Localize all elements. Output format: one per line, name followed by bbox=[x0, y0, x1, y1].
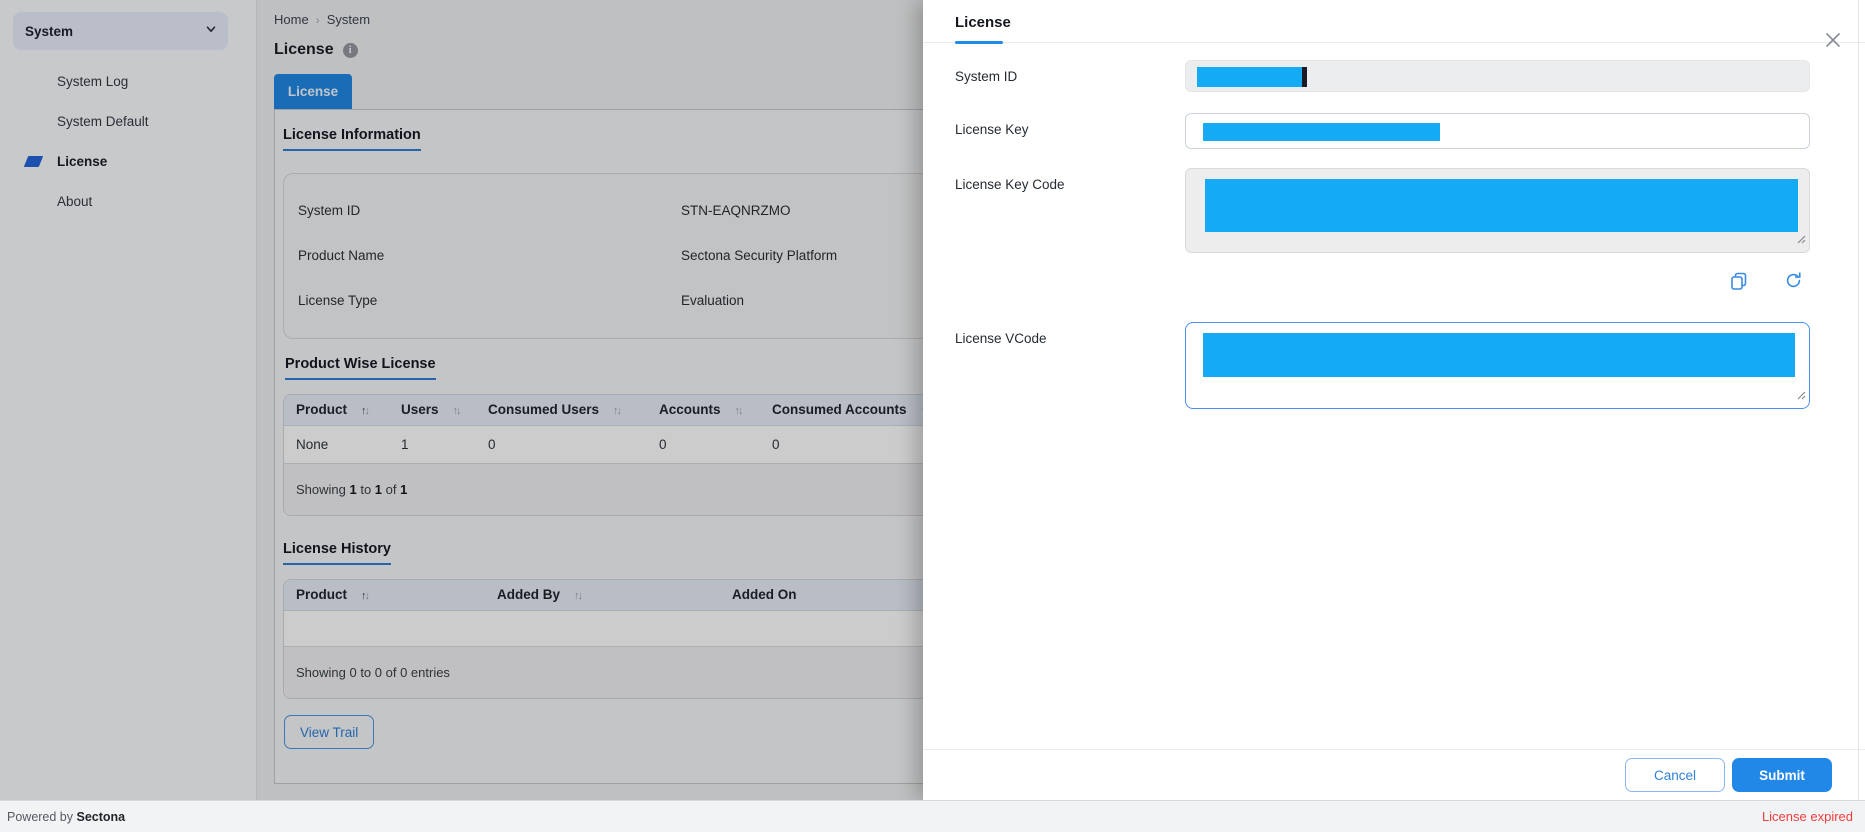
license-drawer: License System ID License Key License Key … bbox=[923, 0, 1865, 800]
field-row-license-key-code: License Key Code bbox=[955, 168, 1810, 253]
masked-value-bar bbox=[1205, 179, 1798, 232]
license-key-field bbox=[1185, 113, 1810, 149]
resize-handle-icon[interactable] bbox=[1796, 387, 1806, 405]
masked-value-bar bbox=[1203, 333, 1795, 377]
close-icon[interactable] bbox=[1821, 28, 1845, 52]
masked-value-bar bbox=[1197, 67, 1307, 87]
drawer-title: License bbox=[955, 14, 1865, 31]
copy-icon[interactable] bbox=[1729, 271, 1749, 291]
license-key-code-field bbox=[1185, 168, 1810, 253]
refresh-icon[interactable] bbox=[1784, 271, 1804, 291]
license-vcode-field bbox=[1185, 322, 1810, 409]
modal-backdrop bbox=[0, 0, 923, 800]
system-id-input bbox=[1185, 60, 1810, 92]
drawer-title-underline bbox=[955, 41, 1003, 44]
app-window: System System LogSystem DefaultLicenseAb… bbox=[0, 0, 1865, 832]
license-vcode-input[interactable] bbox=[1185, 322, 1810, 409]
powered-by-text: Powered by Sectona bbox=[7, 810, 125, 824]
field-row-license-key: License Key bbox=[955, 113, 1810, 149]
submit-button[interactable]: Submit bbox=[1732, 758, 1832, 792]
license-key-input[interactable] bbox=[1185, 113, 1810, 149]
drawer-form: System ID License Key License Key Code Lice… bbox=[923, 43, 1865, 409]
system-id-label: System ID bbox=[955, 60, 1185, 92]
brand-name: Sectona bbox=[76, 810, 125, 824]
drawer-actions: Cancel Submit bbox=[923, 749, 1865, 800]
scrollbar-track[interactable] bbox=[1858, 0, 1859, 800]
resize-handle-icon[interactable] bbox=[1796, 231, 1806, 249]
masked-value-bar bbox=[1203, 123, 1440, 141]
system-id-field bbox=[1185, 60, 1810, 92]
license-vcode-label: License VCode bbox=[955, 322, 1185, 409]
license-key-code-label: License Key Code bbox=[955, 168, 1185, 253]
field-row-license-vcode: License VCode bbox=[955, 322, 1810, 409]
field-row-system-id: System ID bbox=[955, 60, 1810, 92]
license-key-code-input bbox=[1185, 168, 1810, 253]
license-key-label: License Key bbox=[955, 113, 1185, 149]
field-actions-row bbox=[955, 271, 1810, 291]
license-expired-status: License expired bbox=[1762, 809, 1853, 824]
cancel-button[interactable]: Cancel bbox=[1625, 758, 1725, 792]
text-cursor bbox=[1302, 67, 1307, 87]
footer: Powered by Sectona License expired bbox=[0, 800, 1865, 832]
